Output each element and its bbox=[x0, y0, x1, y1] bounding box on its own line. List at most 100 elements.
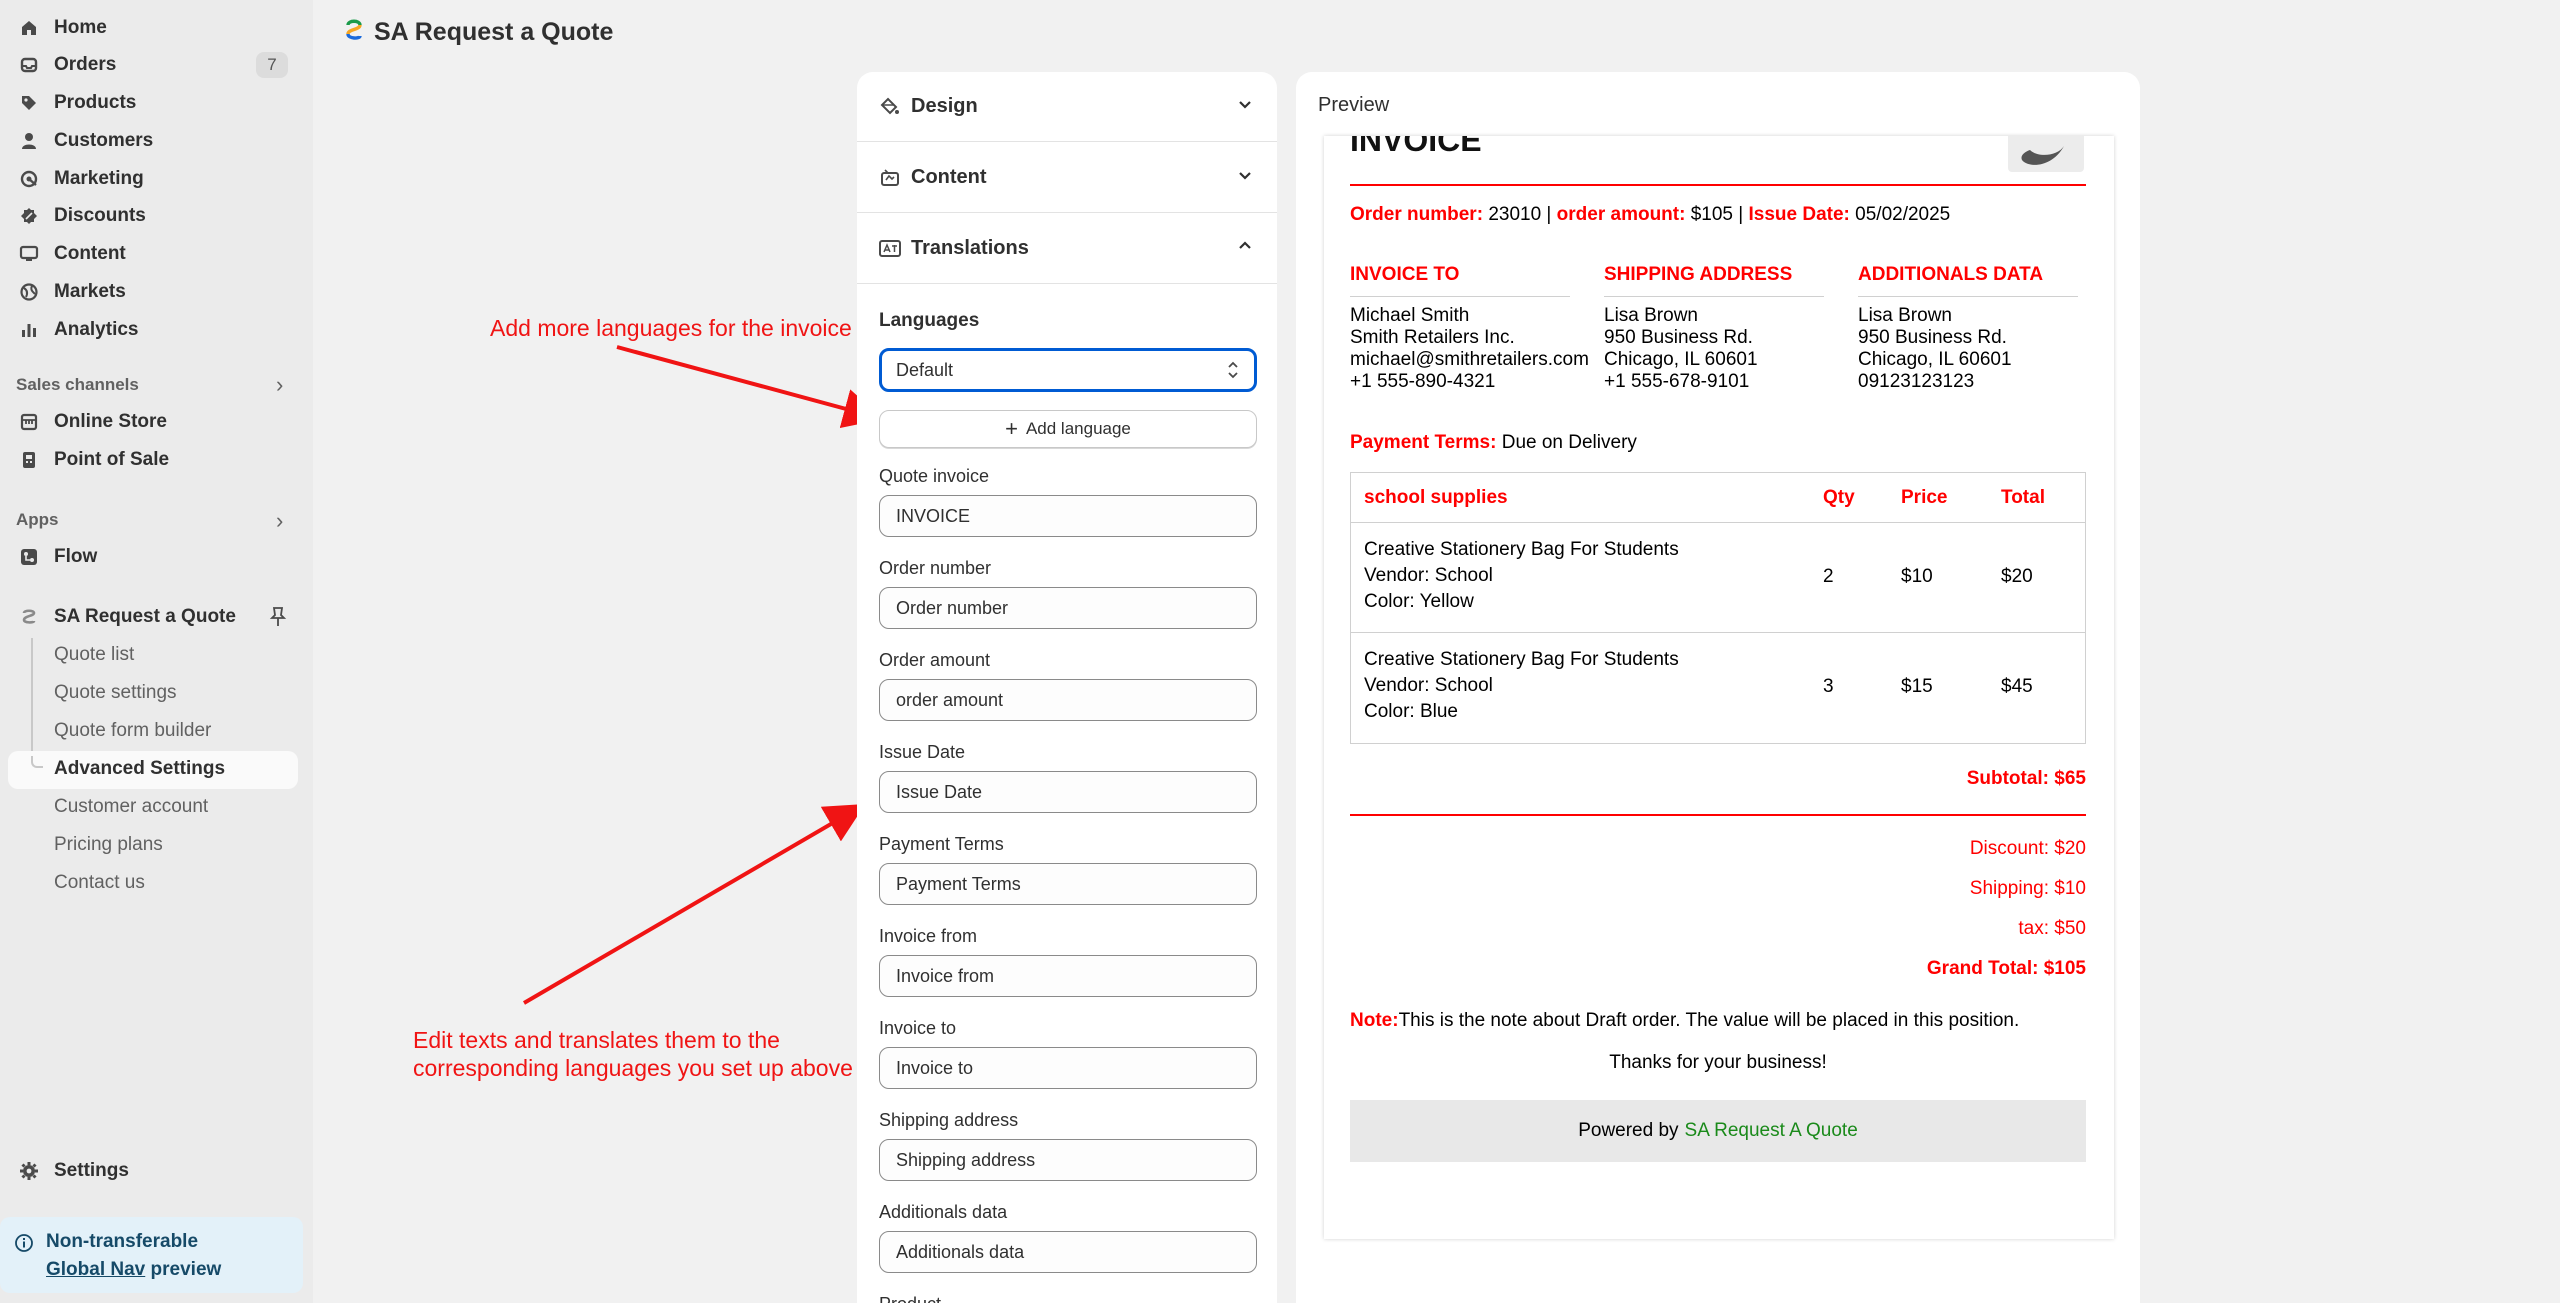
language-select[interactable]: Default bbox=[879, 348, 1257, 392]
chevron-up-icon bbox=[1237, 238, 1253, 259]
paint-bucket-icon bbox=[879, 96, 901, 118]
section-title: Design bbox=[911, 95, 978, 117]
payment-terms-line: Payment Terms: Due on Delivery bbox=[1350, 432, 1637, 454]
section-title: Content bbox=[911, 166, 987, 188]
field-label: Quote invoice bbox=[879, 466, 990, 486]
price-cell: $10 bbox=[1901, 566, 1933, 587]
total-cell: $20 bbox=[2001, 566, 2033, 587]
payment-terms-value: Due on Delivery bbox=[1501, 432, 1637, 453]
design-section-toggle[interactable]: Design bbox=[857, 72, 1277, 142]
product-name: Creative Stationery Bag For Students bbox=[1364, 649, 1679, 670]
issue-date-label: Issue Date: bbox=[1748, 204, 1850, 225]
field-label: Order number bbox=[879, 558, 992, 578]
quote-invoice-input[interactable]: INVOICE bbox=[879, 495, 1257, 537]
field-label: Invoice from bbox=[879, 926, 978, 946]
address-line: Chicago, IL 60601 bbox=[1604, 349, 1758, 370]
field-label: Shipping address bbox=[879, 1110, 1019, 1130]
arrow-to-add-language bbox=[616, 345, 884, 428]
qty-cell: 2 bbox=[1823, 566, 1834, 587]
field-label: Additionals data bbox=[879, 1202, 1008, 1222]
language-select-value: Default bbox=[896, 359, 954, 380]
preview-title: Preview bbox=[1318, 94, 1390, 116]
address-line: 950 Business Rd. bbox=[1858, 327, 2007, 348]
note-text: This is the note about Draft order. The … bbox=[1398, 1010, 2020, 1031]
column-header: Price bbox=[1901, 487, 1948, 508]
address-line: michael@smithretailers.com bbox=[1350, 349, 1589, 370]
address-line: +1 555-890-4321 bbox=[1350, 371, 1496, 392]
invoice-title: INVOICE bbox=[1350, 136, 1482, 158]
table-row: Creative Stationery Bag For Students Ven… bbox=[1351, 633, 2085, 743]
line-items-table: school supplies Qty Price Total Creative… bbox=[1350, 472, 2086, 744]
field-label: Invoice to bbox=[879, 1018, 957, 1038]
discount: Discount: $20 bbox=[1969, 838, 2086, 859]
invoice-to-input[interactable]: Invoice to bbox=[879, 1047, 1257, 1089]
address-line: 09123123123 bbox=[1858, 371, 1975, 392]
field-label: Payment Terms bbox=[879, 834, 1004, 854]
add-language-button[interactable]: + Add language bbox=[879, 410, 1257, 448]
shipping-address-block: SHIPPING ADDRESS Lisa Brown 950 Business… bbox=[1604, 264, 1834, 393]
address-line: +1 555-678-9101 bbox=[1604, 371, 1750, 392]
order-number-value: 23010 bbox=[1488, 204, 1542, 225]
shipping-cost: Shipping: $10 bbox=[1969, 878, 2086, 899]
subtotal: Subtotal: $65 bbox=[1966, 768, 2086, 789]
product-color: Color: Yellow bbox=[1364, 591, 1474, 612]
additionals-data-input[interactable]: Additionals data bbox=[879, 1231, 1257, 1273]
product-color: Color: Blue bbox=[1364, 701, 1458, 722]
payment-terms-label: Payment Terms: bbox=[1350, 432, 1497, 453]
powered-by-link[interactable]: SA Request A Quote bbox=[1685, 1120, 1858, 1142]
field-label: Issue Date bbox=[879, 742, 966, 762]
table-row: Creative Stationery Bag For Students Ven… bbox=[1351, 523, 2085, 633]
product-vendor: Vendor: School bbox=[1364, 565, 1493, 586]
order-number-label: Order number: bbox=[1350, 204, 1484, 225]
total-cell: $45 bbox=[2001, 676, 2033, 697]
order-amount-label: order amount: bbox=[1556, 204, 1686, 225]
address-line: 950 Business Rd. bbox=[1604, 327, 1753, 348]
product-cell: Creative Stationery Bag For Students Ven… bbox=[1364, 647, 1679, 725]
header-divider bbox=[1350, 184, 2086, 186]
payment-terms-input[interactable]: Payment Terms bbox=[879, 863, 1257, 905]
address-line: Lisa Brown bbox=[1604, 305, 1698, 326]
order-number-input[interactable]: Order number bbox=[879, 587, 1257, 629]
product-cell: Creative Stationery Bag For Students Ven… bbox=[1364, 537, 1679, 615]
field-label: Product bbox=[879, 1294, 941, 1303]
order-amount-input[interactable]: order amount bbox=[879, 679, 1257, 721]
translate-icon bbox=[879, 238, 901, 260]
column-header: school supplies bbox=[1364, 487, 1508, 508]
shipping-address-heading: SHIPPING ADDRESS bbox=[1604, 264, 1824, 297]
thanks-message: Thanks for your business! bbox=[1609, 1052, 1827, 1073]
translations-section-toggle[interactable]: Translations bbox=[857, 214, 1277, 284]
column-header: Total bbox=[2001, 487, 2045, 508]
preview-panel: Preview INVOICE Order number: 23010 | or… bbox=[1296, 72, 2140, 1303]
price-cell: $15 bbox=[1901, 676, 1933, 697]
issue-date-input[interactable]: Issue Date bbox=[879, 771, 1257, 813]
store-logo bbox=[2008, 136, 2084, 172]
invoice-from-input[interactable]: Invoice from bbox=[879, 955, 1257, 997]
arrow-to-fields bbox=[522, 803, 866, 1005]
powered-by-text: Powered by bbox=[1578, 1120, 1679, 1141]
invoice-to-block: INVOICE TO Michael Smith Smith Retailers… bbox=[1350, 264, 1589, 393]
address-line: Michael Smith bbox=[1350, 305, 1470, 326]
plus-icon: + bbox=[1005, 416, 1018, 441]
totals-divider bbox=[1350, 814, 2086, 816]
tax: tax: $50 bbox=[2018, 918, 2086, 939]
languages-label: Languages bbox=[879, 310, 980, 331]
shipping-address-input[interactable]: Shipping address bbox=[879, 1139, 1257, 1181]
invoice-to-heading: INVOICE TO bbox=[1350, 264, 1570, 297]
content-icon bbox=[879, 167, 901, 189]
additional-data-block: ADDITIONALS DATA Lisa Brown 950 Business… bbox=[1858, 264, 2088, 393]
invoice-document: INVOICE Order number: 23010 | order amou… bbox=[1324, 136, 2114, 1239]
product-name: Creative Stationery Bag For Students bbox=[1364, 539, 1679, 560]
note-label: Note: bbox=[1350, 1010, 1399, 1031]
chevron-down-icon bbox=[1237, 96, 1253, 117]
annotation-arrows bbox=[522, 345, 884, 1005]
settings-panel: Design Content Translations Languages De… bbox=[857, 72, 1277, 1303]
address-line: Smith Retailers Inc. bbox=[1350, 327, 1515, 348]
add-language-label: Add language bbox=[1025, 419, 1131, 438]
powered-by-footer: Powered by SA Request A Quote bbox=[1350, 1100, 2086, 1162]
field-label: Order amount bbox=[879, 650, 991, 670]
qty-cell: 3 bbox=[1823, 676, 1834, 697]
content-section-toggle[interactable]: Content bbox=[857, 143, 1277, 213]
grand-total: Grand Total: $105 bbox=[1926, 958, 2086, 979]
address-line: Lisa Brown bbox=[1858, 305, 1952, 326]
address-line: Chicago, IL 60601 bbox=[1858, 349, 2012, 370]
